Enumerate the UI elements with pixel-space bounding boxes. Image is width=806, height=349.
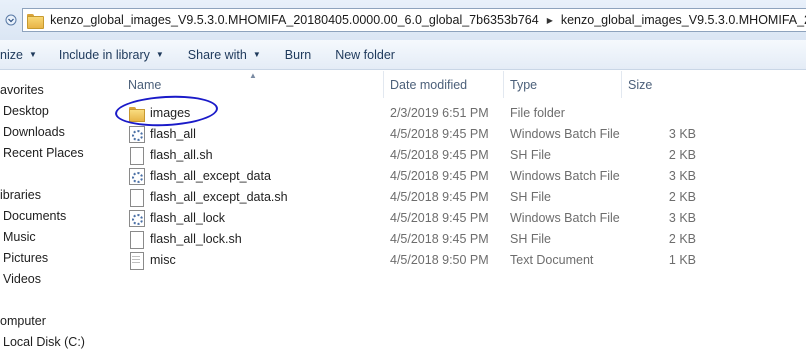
share-label: Share with <box>187 47 247 62</box>
address-bar[interactable]: « kenzo_global_images_V9.5.3.0.MHOMIFA_2… <box>22 8 806 32</box>
file-type: File folder <box>510 105 565 120</box>
burn-button[interactable]: Burn <box>273 40 323 70</box>
nav-item-recent-places[interactable]: Recent Places <box>3 146 84 160</box>
file-name-cell: flash_all.sh <box>128 144 213 165</box>
nav-item-music[interactable]: Music <box>3 230 36 244</box>
column-header-type[interactable]: Type <box>504 71 622 98</box>
file-row[interactable]: flash_all_except_data 4/5/2018 9:45 PM W… <box>114 165 806 186</box>
file-size: 3 KB <box>668 168 696 183</box>
caret-down-icon: ▼ <box>28 50 37 59</box>
file-row[interactable]: misc 4/5/2018 9:50 PM Text Document 1 KB <box>114 249 806 270</box>
file-name: misc <box>150 252 176 267</box>
file-type: Windows Batch File <box>510 126 620 141</box>
navigation-pane: avorites Desktop Downloads Recent Places… <box>0 71 114 349</box>
column-header-date-modified[interactable]: Date modified <box>384 71 504 98</box>
file-date: 4/5/2018 9:45 PM <box>390 189 489 204</box>
file-date: 4/5/2018 9:45 PM <box>390 231 489 246</box>
file-name-cell: misc <box>128 249 176 270</box>
file-date: 4/5/2018 9:45 PM <box>390 210 489 225</box>
text-file-icon <box>128 251 144 270</box>
file-name: flash_all_lock.sh <box>150 231 242 246</box>
file-type: Windows Batch File <box>510 210 620 225</box>
folder-icon <box>128 105 145 122</box>
file-type: SH File <box>510 231 551 246</box>
nav-item-videos[interactable]: Videos <box>3 272 41 286</box>
nav-item-desktop[interactable]: Desktop <box>3 104 49 118</box>
file-date: 4/5/2018 9:45 PM <box>390 147 489 162</box>
file-date: 4/5/2018 9:45 PM <box>390 126 489 141</box>
file-name: flash_all_except_data.sh <box>150 189 288 204</box>
column-header-name[interactable]: Name <box>122 71 384 98</box>
batch-file-icon <box>128 125 145 143</box>
nav-computer[interactable]: omputer <box>0 314 46 328</box>
file-icon <box>128 188 144 207</box>
caret-down-icon: ▼ <box>155 50 164 59</box>
file-name-cell: flash_all_except_data <box>128 165 271 186</box>
file-row[interactable]: flash_all_lock 4/5/2018 9:45 PM Windows … <box>114 207 806 228</box>
file-date: 4/5/2018 9:45 PM <box>390 168 489 183</box>
new-folder-button[interactable]: New folder <box>323 40 407 70</box>
batch-file-icon <box>128 209 145 227</box>
file-type: Windows Batch File <box>510 168 620 183</box>
file-name-cell: flash_all_lock <box>128 207 225 228</box>
share-with-button[interactable]: Share with ▼ <box>176 40 273 70</box>
file-icon <box>128 230 144 249</box>
file-row[interactable]: flash_all.sh 4/5/2018 9:45 PM SH File 2 … <box>114 144 806 165</box>
address-bar-area: « kenzo_global_images_V9.5.3.0.MHOMIFA_2… <box>0 0 806 40</box>
file-size <box>634 102 696 123</box>
nav-item-documents[interactable]: Documents <box>3 209 66 223</box>
file-type: SH File <box>510 147 551 162</box>
file-size: 2 KB <box>668 189 696 204</box>
file-name-cell: flash_all_lock.sh <box>128 228 242 249</box>
breadcrumb-separator-arrow-icon[interactable]: ▶ <box>543 16 557 25</box>
include-in-library-button[interactable]: Include in library ▼ <box>47 40 176 70</box>
file-name: flash_all_lock <box>150 210 226 225</box>
file-name: flash_all_except_data <box>150 168 271 183</box>
file-size: 3 KB <box>668 126 696 141</box>
nav-favorites[interactable]: avorites <box>0 83 44 97</box>
file-name: flash_all <box>150 126 196 141</box>
nav-item-local-disk[interactable]: Local Disk (C:) <box>3 335 85 349</box>
command-toolbar: nize ▼ Include in library ▼ Share with ▼ Bu… <box>0 40 806 70</box>
file-name: flash_all.sh <box>150 147 213 162</box>
file-row[interactable]: flash_all_lock.sh 4/5/2018 9:45 PM SH Fi… <box>114 228 806 249</box>
file-type: Text Document <box>510 252 594 267</box>
file-date: 4/5/2018 9:50 PM <box>390 252 489 267</box>
nav-libraries[interactable]: ibraries <box>0 188 41 202</box>
include-label: Include in library <box>58 47 150 62</box>
file-name-cell: flash_all <box>128 123 196 144</box>
batch-file-icon <box>128 167 145 185</box>
chevron-down-icon <box>5 14 17 26</box>
nav-item-pictures[interactable]: Pictures <box>3 251 48 265</box>
file-type: SH File <box>510 189 551 204</box>
file-size: 1 KB <box>668 252 696 267</box>
file-row[interactable]: images 2/3/2019 6:51 PM File folder <box>114 102 806 123</box>
file-name: images <box>150 105 191 120</box>
breadcrumb-item[interactable]: kenzo_global_images_V9.5.3.0.MHOMIFA_201… <box>46 13 543 27</box>
file-size: 2 KB <box>668 147 696 162</box>
file-name-cell: flash_all_except_data.sh <box>128 186 288 207</box>
caret-down-icon: ▼ <box>252 50 261 59</box>
file-row[interactable]: flash_all_except_data.sh 4/5/2018 9:45 P… <box>114 186 806 207</box>
organize-label: nize <box>0 47 23 62</box>
file-row[interactable]: flash_all 4/5/2018 9:45 PM Windows Batch… <box>114 123 806 144</box>
file-name-cell: images <box>128 102 190 123</box>
nav-dropdown-button[interactable] <box>0 8 22 32</box>
file-size: 3 KB <box>668 210 696 225</box>
nav-item-downloads[interactable]: Downloads <box>3 125 65 139</box>
column-header-row: ▲ Name Date modified Type Size <box>114 71 806 98</box>
breadcrumb-item[interactable]: kenzo_global_images_V9.5.3.0.MHOMIFA_201… <box>557 13 806 27</box>
file-date: 2/3/2019 6:51 PM <box>390 105 489 120</box>
column-header-size[interactable]: Size <box>622 71 702 98</box>
organize-button[interactable]: nize ▼ <box>0 40 47 70</box>
file-size: 2 KB <box>668 231 696 246</box>
file-icon <box>128 146 144 165</box>
